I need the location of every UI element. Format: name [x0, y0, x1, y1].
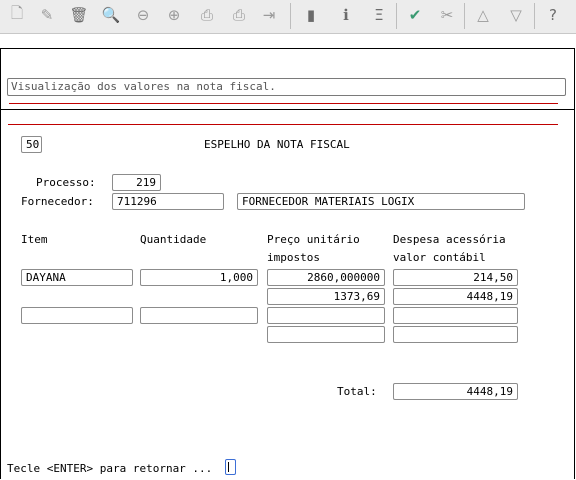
column-header-despesa: Despesa acessória	[393, 233, 506, 246]
total-field[interactable]: 4448,19	[393, 383, 518, 400]
zoom-icon[interactable]: Ξ	[368, 4, 390, 26]
page-title: ESPELHO DA NOTA FISCAL	[204, 138, 350, 151]
row1-item-field[interactable]: DAYANA	[21, 269, 133, 286]
fornecedor-name-field[interactable]: FORNECEDOR MATERIAIS LOGIX	[237, 193, 525, 210]
fornecedor-label: Fornecedor:	[21, 195, 94, 208]
column-header-item: Item	[21, 233, 48, 246]
tools-icon[interactable]: ✂	[436, 4, 458, 26]
row2-quantidade-field[interactable]	[140, 307, 258, 324]
check-icon[interactable]: ✔	[404, 4, 426, 26]
search-icon[interactable]: 🔍	[100, 4, 122, 26]
column-header-impostos: impostos	[267, 251, 320, 264]
footer-prompt: Tecle <ENTER> para retornar ...	[7, 462, 213, 475]
toolbar-separator	[290, 3, 291, 29]
new-doc-icon[interactable]: 🗋	[6, 4, 28, 26]
export-icon[interactable]: ⇥	[258, 4, 280, 26]
processo-label: Processo:	[36, 176, 96, 189]
help-icon[interactable]: ?	[542, 4, 564, 26]
row1-preco-field[interactable]: 2860,000000	[267, 269, 385, 286]
toolbar: 🗋 ✎ 🗑 🔍 ⊖ ⊕ ⎙ ⎙ ⇥ ▮ ℹ Ξ ✔ ✂ △ ▽ ?	[0, 0, 576, 34]
row2-despesa-field[interactable]	[393, 307, 518, 324]
red-divider	[9, 103, 558, 104]
row2-item-field[interactable]	[21, 307, 133, 324]
next-icon[interactable]: ⊕	[163, 4, 185, 26]
column-header-quantidade: Quantidade	[140, 233, 207, 246]
fornecedor-code-field[interactable]: 711296	[112, 193, 224, 210]
row2-valor-field[interactable]	[393, 326, 518, 343]
processo-field[interactable]: 219	[112, 174, 161, 191]
row1-impostos-field[interactable]: 1373,69	[267, 288, 385, 305]
row1-valor-field[interactable]: 4448,19	[393, 288, 518, 305]
print2-icon[interactable]: ⎙	[228, 4, 250, 26]
section-divider	[1, 109, 575, 110]
row1-quantidade-field[interactable]: 1,000	[140, 269, 258, 286]
message-bar: Visualização dos valores na nota fiscal.	[7, 78, 566, 96]
red-divider	[8, 124, 558, 125]
edit-icon[interactable]: ✎	[36, 4, 58, 26]
column-header-valor: valor contábil	[393, 251, 486, 264]
text-cursor-input[interactable]	[225, 459, 236, 475]
up-icon[interactable]: △	[472, 4, 494, 26]
trash-icon[interactable]: 🗑	[68, 4, 90, 26]
row2-impostos-field[interactable]	[267, 326, 385, 343]
column-header-preco: Preço unitário	[267, 233, 360, 246]
row1-despesa-field[interactable]: 214,50	[393, 269, 518, 286]
print-icon[interactable]: ⎙	[196, 4, 218, 26]
form-code-field[interactable]: 50	[21, 136, 42, 153]
book-icon[interactable]: ▮	[300, 4, 322, 26]
prev-icon[interactable]: ⊖	[132, 4, 154, 26]
toolbar-separator	[464, 3, 465, 29]
toolbar-separator	[534, 3, 535, 29]
toolbar-separator	[396, 3, 397, 29]
total-label: Total:	[337, 385, 377, 398]
row2-preco-field[interactable]	[267, 307, 385, 324]
info-icon[interactable]: ℹ	[335, 4, 357, 26]
down-icon[interactable]: ▽	[505, 4, 527, 26]
